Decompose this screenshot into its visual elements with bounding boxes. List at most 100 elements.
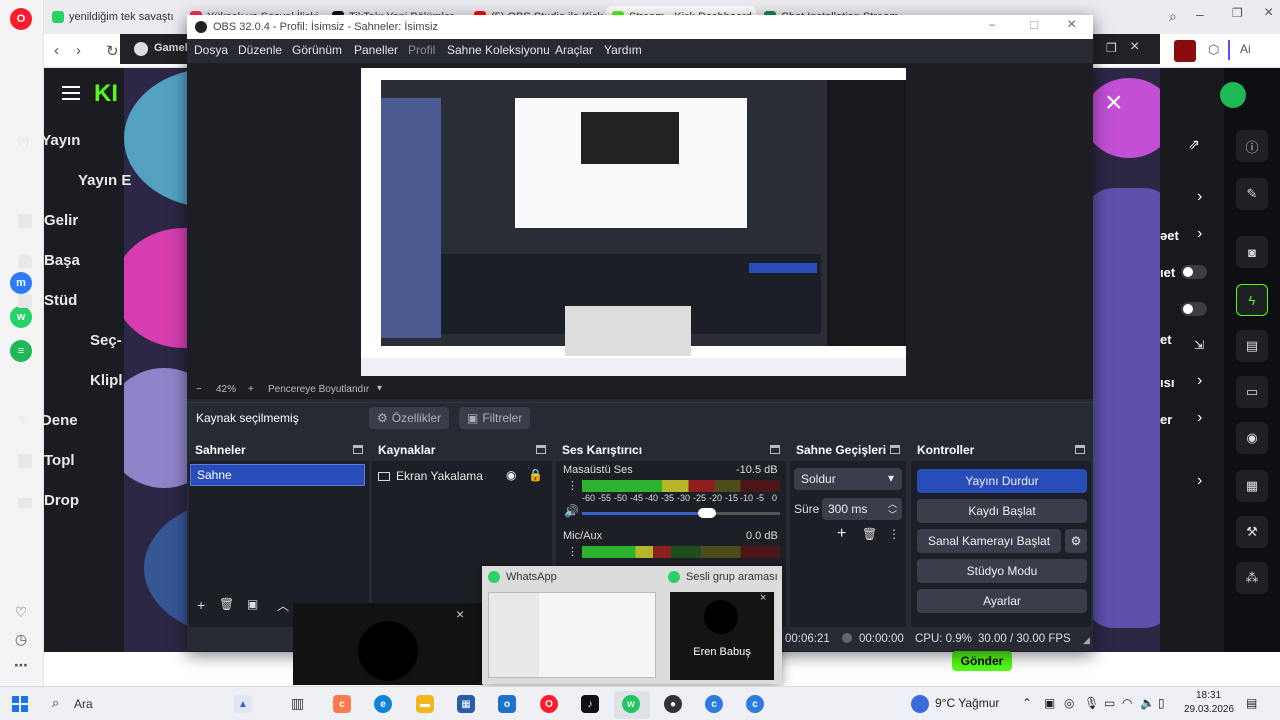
close-icon[interactable]: × (1067, 16, 1076, 34)
opera-icon[interactable]: O (540, 695, 558, 713)
virtual-camera-settings-icon[interactable]: ⚙ (1065, 529, 1087, 553)
chevron-down-icon[interactable]: ▾ (377, 383, 382, 394)
browser-tab[interactable]: yenildiğim tek savaştı (46, 6, 182, 28)
kick-nav-yayin-e[interactable]: Yayın E (78, 172, 131, 189)
camera-icon[interactable]: ◙ (1236, 236, 1268, 268)
app-icon[interactable]: c (705, 695, 723, 713)
search-tabs-icon[interactable]: ⌕ (1169, 8, 1177, 25)
kebab-menu-icon[interactable]: ⋮ (567, 479, 578, 492)
edge-icon[interactable]: e (374, 695, 392, 713)
clock-time[interactable]: 18:31 (1196, 690, 1221, 701)
chevron-up-icon[interactable]: ︿ (277, 597, 289, 614)
spotify-icon[interactable]: ≡ (10, 340, 32, 362)
broadcast-icon[interactable]: ◉ (1236, 422, 1268, 454)
wrench-icon[interactable]: ⚒ (1236, 516, 1268, 548)
kick-nav-yayin[interactable]: (•) Yayın (18, 132, 80, 149)
trash-icon[interactable]: 🗑 (219, 597, 234, 611)
chat-icon[interactable]: ▭ (1236, 376, 1268, 408)
add-icon[interactable]: + (197, 597, 205, 613)
lighthouse-widget-icon[interactable]: ▲ (234, 695, 252, 713)
speaker-icon[interactable]: 🔊 (564, 504, 579, 518)
notifications-icon[interactable]: ▤ (1246, 696, 1257, 710)
menu-dosya[interactable]: Dosya (194, 43, 228, 57)
menu-profil[interactable]: Profil (408, 43, 435, 57)
network-icon[interactable]: ▭ (1104, 696, 1115, 710)
more-icon[interactable]: ⋯ (10, 654, 32, 676)
ai-icon[interactable]: Ai (1240, 42, 1251, 56)
toggle-switch[interactable] (1181, 265, 1207, 279)
taskbar-search-label[interactable]: Ara (74, 697, 93, 711)
zoom-in-button[interactable]: + (248, 384, 254, 395)
extension-icon[interactable] (1174, 40, 1196, 62)
stop-stream-button[interactable]: Yayını Durdur (917, 469, 1087, 493)
eye-icon[interactable]: ◉ (506, 468, 516, 482)
zoom-out-button[interactable]: − (196, 384, 202, 395)
settings-gear-icon[interactable]: ⚙ (925, 652, 937, 668)
settings-button[interactable]: Ayarlar (917, 589, 1087, 613)
chevron-down-icon[interactable]: ﹀ (888, 508, 897, 521)
opera-logo-icon[interactable]: O (10, 8, 32, 30)
weather-label[interactable]: 9°C Yağmur (935, 696, 999, 710)
edit-icon[interactable]: ✎ (1236, 178, 1268, 210)
microphone-icon[interactable]: 🎙 (1084, 696, 1099, 710)
whatsapp-icon[interactable]: w (10, 306, 32, 328)
kick-logo[interactable]: KI (94, 80, 118, 108)
call-window-thumbnail[interactable]: × (293, 603, 483, 685)
kick-nav-sec[interactable]: Seç- (90, 332, 122, 349)
reload-icon[interactable]: ↻ (106, 42, 119, 60)
popout-icon[interactable] (536, 445, 546, 454)
close-icon[interactable]: × (456, 606, 464, 622)
chevron-right-icon[interactable]: › (1197, 372, 1202, 390)
close-icon[interactable]: × (760, 592, 766, 604)
search-icon[interactable]: ⌕ (52, 695, 59, 711)
kick-nav-gelir[interactable]: Gelir (18, 212, 78, 229)
filters-button[interactable]: ▣ Filtreler (459, 407, 531, 429)
restore-icon[interactable]: ❐ (1106, 41, 1117, 55)
close-window-icon[interactable]: × (1264, 4, 1273, 22)
battery-icon[interactable]: ▯ (1158, 696, 1165, 710)
outlook-icon[interactable]: o (498, 695, 516, 713)
popout-icon[interactable] (890, 445, 900, 454)
popout-icon[interactable]: ⇗ (1188, 136, 1200, 153)
studio-mode-button[interactable]: Stüdyo Modu (917, 559, 1087, 583)
volume-slider-handle[interactable] (698, 508, 716, 518)
tray-whatsapp-icon[interactable]: ◎ (1064, 696, 1074, 710)
messenger-icon[interactable]: m (10, 272, 32, 294)
cube-icon[interactable]: ⬡ (1208, 42, 1219, 58)
volume-icon[interactable]: 🔈 (1140, 696, 1155, 710)
chevron-right-icon[interactable]: › (1197, 409, 1202, 427)
kick-nav-dene[interactable]: ✎ Dene (18, 412, 78, 429)
minimize-icon[interactable]: – (1196, 6, 1204, 22)
restore-icon[interactable]: ❐ (1232, 6, 1243, 20)
kebab-menu-icon[interactable]: ⋮ (567, 545, 578, 558)
call-thumbnail[interactable]: Eren Babuş × (670, 592, 774, 680)
notes-icon[interactable]: ▤ (1236, 330, 1268, 362)
menu-gorunum[interactable]: Görünüm (292, 43, 342, 57)
whatsapp-window-thumbnail[interactable] (488, 592, 656, 678)
app-icon[interactable]: c (746, 695, 764, 713)
duration-spinbox[interactable]: 300 ms ︿ ﹀ (822, 498, 902, 520)
menu-icon[interactable] (62, 86, 80, 100)
kick-nav-studio[interactable]: Stüd (18, 292, 77, 309)
fit-to-window-button[interactable]: Pencereye Boyutlandır (268, 384, 369, 395)
resize-grip-icon[interactable]: ◢ (1083, 635, 1090, 646)
chevron-up-icon[interactable]: ⌃ (1022, 696, 1032, 710)
properties-button[interactable]: ⚙ Özellikler (369, 407, 450, 429)
layout-icon[interactable]: ▦ (1236, 470, 1268, 502)
tray-app-icon[interactable]: ▣ (1044, 696, 1055, 710)
copilot-icon[interactable]: c (333, 695, 351, 713)
filter-icon[interactable]: ▣ (247, 597, 258, 611)
menu-duzenle[interactable]: Düzenle (238, 43, 282, 57)
chevron-right-icon[interactable]: › (1197, 225, 1202, 243)
menu-araclar[interactable]: Araçlar (555, 43, 593, 57)
obs-preview-canvas[interactable] (361, 68, 906, 376)
obs-icon[interactable]: ● (664, 695, 682, 713)
clock-date[interactable]: 29.03.2026 (1184, 704, 1234, 715)
start-button[interactable] (12, 696, 28, 712)
start-recording-button[interactable]: Kaydı Başlat (917, 499, 1087, 523)
send-button[interactable]: Gönder (952, 651, 1012, 671)
lightning-icon[interactable]: ϟ (1236, 284, 1268, 316)
source-item[interactable]: Ekran Yakalama ◉ 🔒 (378, 467, 548, 485)
start-virtual-camera-button[interactable]: Sanal Kamerayı Başlat (917, 529, 1061, 553)
history-icon[interactable]: ◷ (10, 628, 32, 650)
